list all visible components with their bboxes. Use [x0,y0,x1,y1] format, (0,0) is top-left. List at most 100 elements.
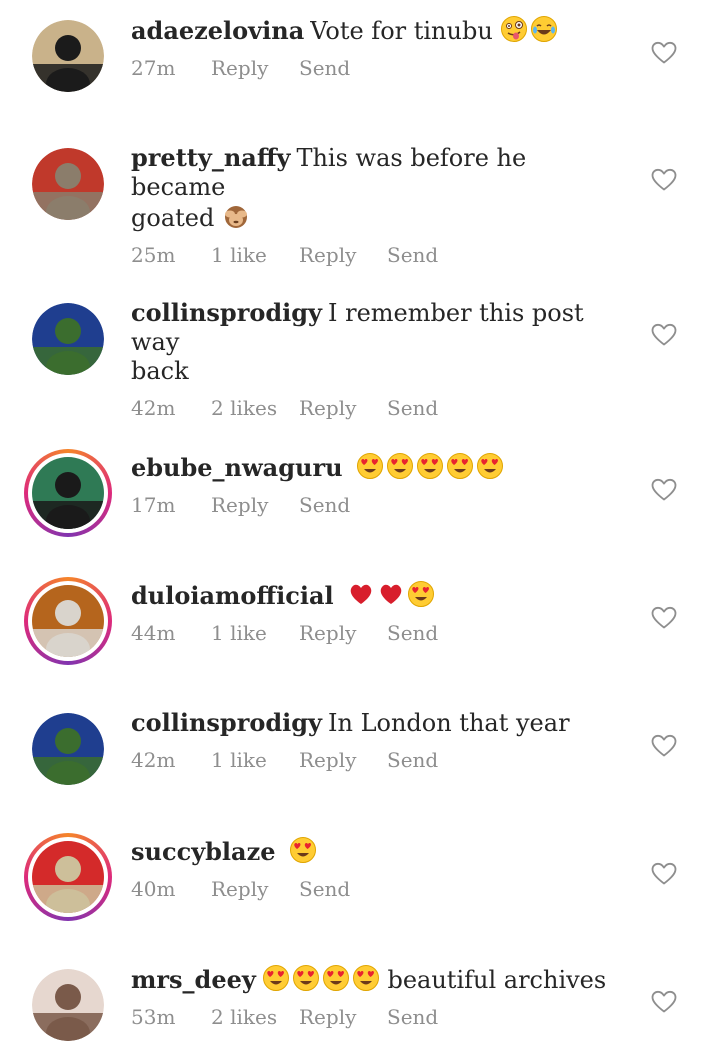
like-heart-icon[interactable] [651,478,677,502]
avatar-wrapper[interactable] [32,148,104,220]
comment-body: mrs_deey beautiful archives 53m 2 likes Rep… [131,964,611,1031]
timestamp: 53m [131,1005,176,1029]
comment-text: Vote for tinubu [310,17,493,45]
comment-meta: 27m Reply Send [131,54,611,82]
reply-button[interactable]: Reply [299,1005,387,1029]
avatar[interactable] [32,713,104,785]
username-link[interactable]: collinsprodigy [131,708,322,737]
like-count[interactable]: 2 likes [211,1005,299,1029]
like-heart-icon[interactable] [651,323,677,347]
avatar[interactable] [32,457,104,529]
heart-eyes-emoji-icon [352,965,379,991]
comment-meta: 42m 2 likes Reply Send [131,394,611,422]
emoji-group [500,15,558,43]
heart-eyes-emoji-icon [417,453,444,479]
comment-text-line: succyblaze [131,836,611,867]
emoji-group [222,202,250,230]
avatar-ring-inner [28,581,108,661]
comment-text: beautiful archives [387,966,607,994]
username-link[interactable]: duloiamofficial [131,581,334,610]
username-link[interactable]: mrs_deey [131,965,256,994]
red-heart-emoji-icon [381,584,402,604]
reply-button[interactable]: Reply [299,621,387,645]
send-button[interactable]: Send [387,748,438,772]
avatar-ring-inner [28,453,108,533]
reply-button[interactable]: Reply [211,877,299,901]
timestamp: 40m [131,877,176,901]
comment-text-line: ebube_nwaguru [131,452,611,483]
comment-meta: 40m Reply Send [131,875,611,903]
comment-text-continued: goated [131,204,215,232]
avatar[interactable] [32,148,104,220]
like-heart-icon[interactable] [651,862,677,886]
heart-eyes-emoji-icon [290,837,317,863]
username-link[interactable]: pretty_naffy [131,143,290,172]
like-count[interactable]: 2 likes [211,396,299,420]
like-heart-icon[interactable] [651,734,677,758]
avatar-wrapper[interactable] [32,713,104,785]
heart-eyes-emoji-icon [408,581,435,607]
like-count[interactable]: 1 like [211,243,299,267]
emoji-group [262,964,380,992]
avatar-story-ring[interactable] [24,449,112,537]
avatar-ring-inner [28,837,108,917]
like-heart-icon[interactable] [651,606,677,630]
comment-body: succyblaze 40m Reply Send [131,836,611,903]
send-button[interactable]: Send [299,56,350,80]
avatar-story-ring[interactable] [24,833,112,921]
avatar[interactable] [32,969,104,1041]
timestamp: 25m [131,243,176,267]
timestamp: 42m [131,396,176,420]
avatar[interactable] [32,20,104,92]
comment-text-line: mrs_deey beautiful archives [131,964,611,995]
send-button[interactable]: Send [387,621,438,645]
comment-body: duloiamofficial 44m 1 like Reply Send [131,580,611,647]
send-button[interactable]: Send [387,243,438,267]
avatar[interactable] [32,585,104,657]
timestamp: 42m [131,748,176,772]
heart-eyes-emoji-icon [292,965,319,991]
avatar[interactable] [32,841,104,913]
comment-meta: 25m 1 like Reply Send [131,241,611,269]
username-link[interactable]: ebube_nwaguru [131,453,343,482]
send-button[interactable]: Send [299,877,350,901]
like-count[interactable]: 1 like [211,621,299,645]
comment-meta: 17m Reply Send [131,491,611,519]
see-no-evil-emoji-icon [224,206,247,228]
reply-button[interactable]: Reply [299,243,387,267]
send-button[interactable]: Send [387,396,438,420]
heart-eyes-emoji-icon [387,453,414,479]
reply-button[interactable]: Reply [211,493,299,517]
like-count[interactable]: 1 like [211,748,299,772]
username-link[interactable]: collinsprodigy [131,298,322,327]
heart-eyes-emoji-icon [447,453,474,479]
reply-button[interactable]: Reply [211,56,299,80]
comment-meta: 42m 1 like Reply Send [131,746,611,774]
comment-body: collinsprodigy In London that year 42m 1 li… [131,708,611,774]
emoji-group [347,580,435,608]
like-heart-icon[interactable] [651,168,677,192]
avatar-story-ring[interactable] [24,577,112,665]
like-heart-icon[interactable] [651,990,677,1014]
send-button[interactable]: Send [387,1005,438,1029]
zany-emoji-icon [501,16,528,42]
reply-button[interactable]: Reply [299,396,387,420]
comment-text-line: collinsprodigy In London that year [131,708,611,738]
send-button[interactable]: Send [299,493,350,517]
like-heart-icon[interactable] [651,41,677,65]
avatar-wrapper[interactable] [32,20,104,92]
timestamp: 17m [131,493,176,517]
heart-eyes-emoji-icon [322,965,349,991]
username-link[interactable]: succyblaze [131,837,275,866]
avatar-wrapper[interactable] [32,303,104,375]
heart-eyes-emoji-icon [262,965,289,991]
avatar-wrapper[interactable] [32,969,104,1041]
emoji-group [356,452,504,480]
comment-body: pretty_naffy This was before he became goa… [131,143,611,269]
comment-text-line: collinsprodigy I remember this post way [131,298,611,357]
avatar[interactable] [32,303,104,375]
joy-emoji-icon [531,16,558,42]
comment-meta: 44m 1 like Reply Send [131,619,611,647]
username-link[interactable]: adaezelovina [131,16,304,45]
reply-button[interactable]: Reply [299,748,387,772]
